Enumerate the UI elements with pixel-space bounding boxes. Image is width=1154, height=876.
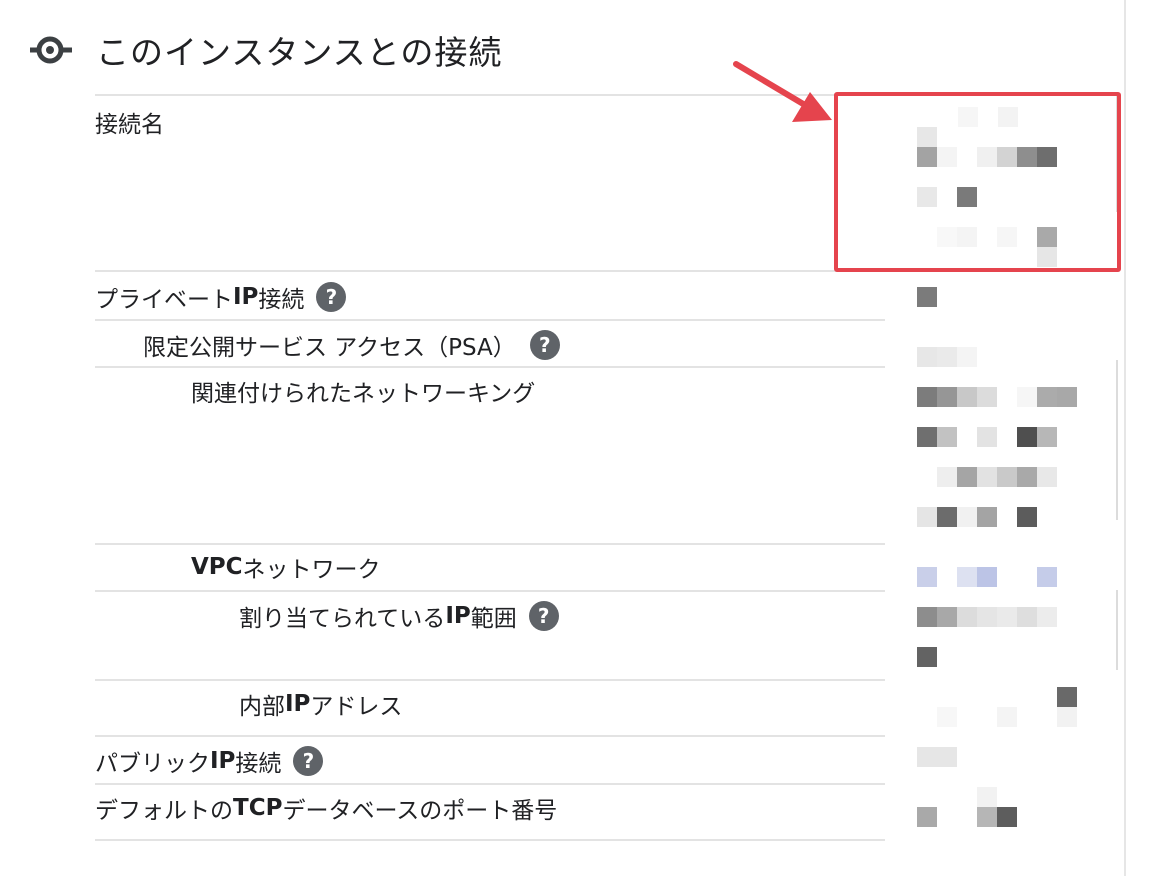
allocated-ip-range-bold: IP: [445, 603, 471, 629]
private-ip-value-redacted: [917, 287, 937, 307]
connection-icon: [30, 30, 74, 70]
default-tcp-port-prefix: デフォルトの: [95, 798, 233, 824]
internal-ip-label: 内部 IP アドレス: [239, 688, 402, 720]
redaction-pixel: [917, 387, 937, 407]
row-divider: [95, 270, 885, 272]
section-title: このインスタンスとの接続: [96, 33, 503, 72]
internal-ip-bold: IP: [285, 691, 311, 717]
redaction-pixel: [917, 347, 937, 367]
redaction-pixel: [937, 347, 957, 367]
redaction-pixel: [977, 427, 997, 447]
scrollbar-track: [1116, 590, 1118, 670]
redaction-pixel: [977, 787, 997, 807]
allocated-ip-range-suffix: 範囲: [470, 606, 517, 632]
redaction-pixel: [957, 607, 977, 627]
redaction-pixel: [1057, 707, 1077, 727]
default-tcp-port-suffix: データベースのポート番号: [282, 798, 558, 824]
row-divider: [95, 735, 885, 737]
highlight-box: [834, 92, 1121, 272]
redaction-pixel: [1057, 687, 1077, 707]
redaction-pixel: [977, 387, 997, 407]
redaction-pixel: [1037, 387, 1057, 407]
row-divider: [95, 366, 885, 368]
vpc-network-label: VPC ネットワーク: [191, 551, 381, 583]
redaction-pixel: [1017, 427, 1037, 447]
redaction-pixel: [917, 747, 937, 767]
row-divider: [95, 94, 885, 96]
internal-ip-prefix: 内部: [239, 694, 285, 720]
help-icon[interactable]: ?: [529, 330, 560, 360]
associated-networking-label: 関連付けられたネットワーキング: [191, 375, 535, 407]
connection-name-text: 接続名: [95, 112, 164, 138]
help-icon[interactable]: ?: [316, 282, 347, 312]
vpc-network-bold: VPC: [191, 554, 243, 580]
psa-label: 限定公開サービス アクセス（PSA） ?: [143, 329, 560, 361]
section-header: このインスタンスとの接続: [30, 28, 502, 72]
row-divider: [95, 590, 885, 592]
private-ip-suffix: 接続: [258, 287, 305, 313]
vpc-network-suffix: ネットワーク: [242, 557, 381, 583]
public-ip-prefix: パブリック: [95, 751, 210, 777]
help-icon[interactable]: ?: [528, 601, 559, 631]
redaction-pixel: [977, 807, 997, 827]
row-divider: [95, 839, 885, 841]
private-ip-prefix: プライベート: [95, 287, 233, 313]
redaction-pixel: [937, 747, 957, 767]
row-divider: [95, 679, 885, 681]
redaction-pixel: [957, 507, 977, 527]
redaction-pixel: [997, 807, 1017, 827]
redaction-pixel: [1037, 467, 1057, 487]
default-tcp-port-label: デフォルトの TCP データベースのポート番号: [95, 792, 557, 824]
panel-right-border: [1124, 0, 1126, 876]
public-ip-bold: IP: [210, 748, 236, 774]
redaction-pixel: [937, 607, 957, 627]
redaction-pixel: [1037, 567, 1057, 587]
redaction-pixel: [1017, 387, 1037, 407]
private-ip-bold: IP: [233, 284, 259, 310]
redaction-pixel: [937, 427, 957, 447]
redaction-pixel: [957, 567, 977, 587]
redaction-pixel: [917, 507, 937, 527]
redaction-pixel: [917, 607, 937, 627]
redaction-pixel: [1017, 507, 1037, 527]
redaction-pixel: [977, 607, 997, 627]
redaction-pixel: [977, 507, 997, 527]
redaction-pixel: [917, 807, 937, 827]
associated-networking-text: 関連付けられたネットワーキング: [191, 381, 536, 407]
redaction-pixel: [997, 707, 1017, 727]
redaction-pixel: [997, 607, 1017, 627]
private-ip-label: プライベート IP 接続 ?: [95, 281, 347, 313]
redaction-pixel: [917, 647, 937, 667]
row-divider: [95, 783, 885, 785]
redaction-pixel: [977, 567, 997, 587]
redaction-pixel: [937, 467, 957, 487]
redaction-pixel: [1037, 607, 1057, 627]
default-tcp-port-bold: TCP: [233, 795, 283, 821]
redaction-pixel: [937, 507, 957, 527]
redaction-pixel: [1037, 427, 1057, 447]
redaction-pixel: [957, 347, 977, 367]
redaction-pixel: [1017, 607, 1037, 627]
allocated-ip-range-prefix: 割り当てられている: [239, 606, 446, 632]
internal-ip-suffix: アドレス: [310, 694, 403, 720]
redaction-pixel: [977, 467, 997, 487]
row-divider: [95, 543, 885, 545]
redaction-pixel: [957, 387, 977, 407]
redaction-pixel: [937, 707, 957, 727]
redaction-pixel: [937, 387, 957, 407]
redaction-pixel: [997, 467, 1017, 487]
row-divider: [95, 319, 885, 321]
public-ip-label: パブリック IP 接続 ?: [95, 745, 324, 777]
psa-text: 限定公開サービス アクセス（PSA）: [143, 335, 516, 361]
redaction-pixel: [917, 567, 937, 587]
redaction-pixel: [1057, 387, 1077, 407]
help-icon[interactable]: ?: [293, 746, 324, 776]
redaction-pixel: [957, 467, 977, 487]
scrollbar-track: [1116, 360, 1118, 520]
redaction-pixel: [1017, 467, 1037, 487]
allocated-ip-range-label: 割り当てられている IP 範囲 ?: [239, 600, 559, 632]
public-ip-suffix: 接続: [235, 751, 282, 777]
redaction-pixel: [917, 427, 937, 447]
connection-name-label: 接続名: [95, 106, 164, 138]
